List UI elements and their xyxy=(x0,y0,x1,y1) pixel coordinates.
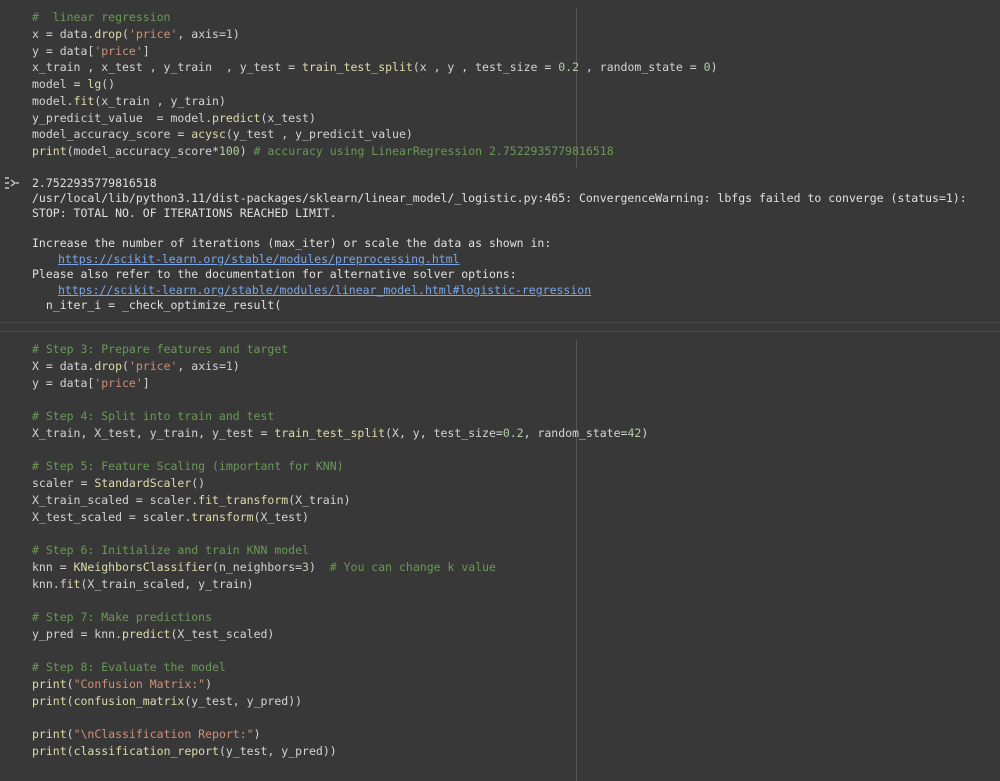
preprocessing-link[interactable]: https://scikit-learn.org/stable/modules/… xyxy=(58,251,460,267)
output-line: /usr/local/lib/python3.11/dist-packages/… xyxy=(32,191,967,205)
code-line[interactable]: y_pred = knn.predict(X_test_scaled) xyxy=(32,626,274,642)
code-line[interactable]: print("\nClassification Report:") xyxy=(32,726,261,742)
cell-divider xyxy=(0,331,1000,332)
code-line[interactable]: # Step 3: Prepare features and target xyxy=(32,341,288,357)
code-line[interactable]: print("Confusion Matrix:") xyxy=(32,676,212,692)
output-line: STOP: TOTAL NO. OF ITERATIONS REACHED LI… xyxy=(32,206,337,220)
code-cell-knn[interactable]: # Step 3: Prepare features and target X =… xyxy=(0,334,1000,781)
output-toggle-icon[interactable] xyxy=(4,176,20,190)
cell-divider xyxy=(0,322,1000,323)
code-line[interactable]: knn.fit(X_train_scaled, y_train) xyxy=(32,576,254,592)
code-line[interactable]: model_accuracy_score = acysc(y_test , y_… xyxy=(32,126,413,142)
code-line[interactable]: print(confusion_matrix(y_test, y_pred)) xyxy=(32,693,302,709)
output-line: Increase the number of iterations (max_i… xyxy=(32,236,552,250)
code-cell-linear-regression[interactable]: # linear regression x = data.drop('price'… xyxy=(0,0,1000,170)
code-line[interactable]: x = data.drop('price', axis=1) xyxy=(32,26,240,42)
code-line[interactable]: y = data['price'] xyxy=(32,43,150,59)
code-line[interactable]: y = data['price'] xyxy=(32,375,150,391)
code-line[interactable]: X_train_scaled = scaler.fit_transform(X_… xyxy=(32,492,351,508)
output-line: 2.7522935779816518 xyxy=(32,176,157,190)
code-line[interactable]: # linear regression xyxy=(32,9,170,25)
output-line: n_iter_i = _check_optimize_result( xyxy=(32,298,282,312)
code-line[interactable]: # Step 4: Split into train and test xyxy=(32,408,274,424)
output-area: 2.7522935779816518 /usr/local/lib/python… xyxy=(0,170,1000,320)
code-line[interactable]: X_test_scaled = scaler.transform(X_test) xyxy=(32,509,309,525)
code-line[interactable]: # Step 5: Feature Scaling (important for… xyxy=(32,458,344,474)
code-line[interactable]: y_predicit_value = model.predict(x_test) xyxy=(32,110,316,126)
logistic-regression-link[interactable]: https://scikit-learn.org/stable/modules/… xyxy=(58,282,591,298)
output-line: Please also refer to the documentation f… xyxy=(32,267,517,281)
code-line[interactable]: # Step 7: Make predictions xyxy=(32,609,212,625)
code-line[interactable]: knn = KNeighborsClassifier(n_neighbors=3… xyxy=(32,559,496,575)
code-line[interactable]: model.fit(x_train , y_train) xyxy=(32,93,226,109)
code-line[interactable]: # Step 8: Evaluate the model xyxy=(32,659,226,675)
code-line[interactable]: X = data.drop('price', axis=1) xyxy=(32,358,240,374)
code-line[interactable]: x_train , x_test , y_train , y_test = tr… xyxy=(32,59,718,75)
code-line[interactable]: print(model_accuracy_score*100) # accura… xyxy=(32,143,614,159)
code-line[interactable]: model = lg() xyxy=(32,76,115,92)
cell-guide-line xyxy=(576,340,577,781)
code-line[interactable]: print(classification_report(y_test, y_pr… xyxy=(32,743,337,759)
code-line[interactable]: # Step 6: Initialize and train KNN model xyxy=(32,542,309,558)
code-line[interactable]: scaler = StandardScaler() xyxy=(32,475,205,491)
code-line[interactable]: X_train, X_test, y_train, y_test = train… xyxy=(32,425,648,441)
